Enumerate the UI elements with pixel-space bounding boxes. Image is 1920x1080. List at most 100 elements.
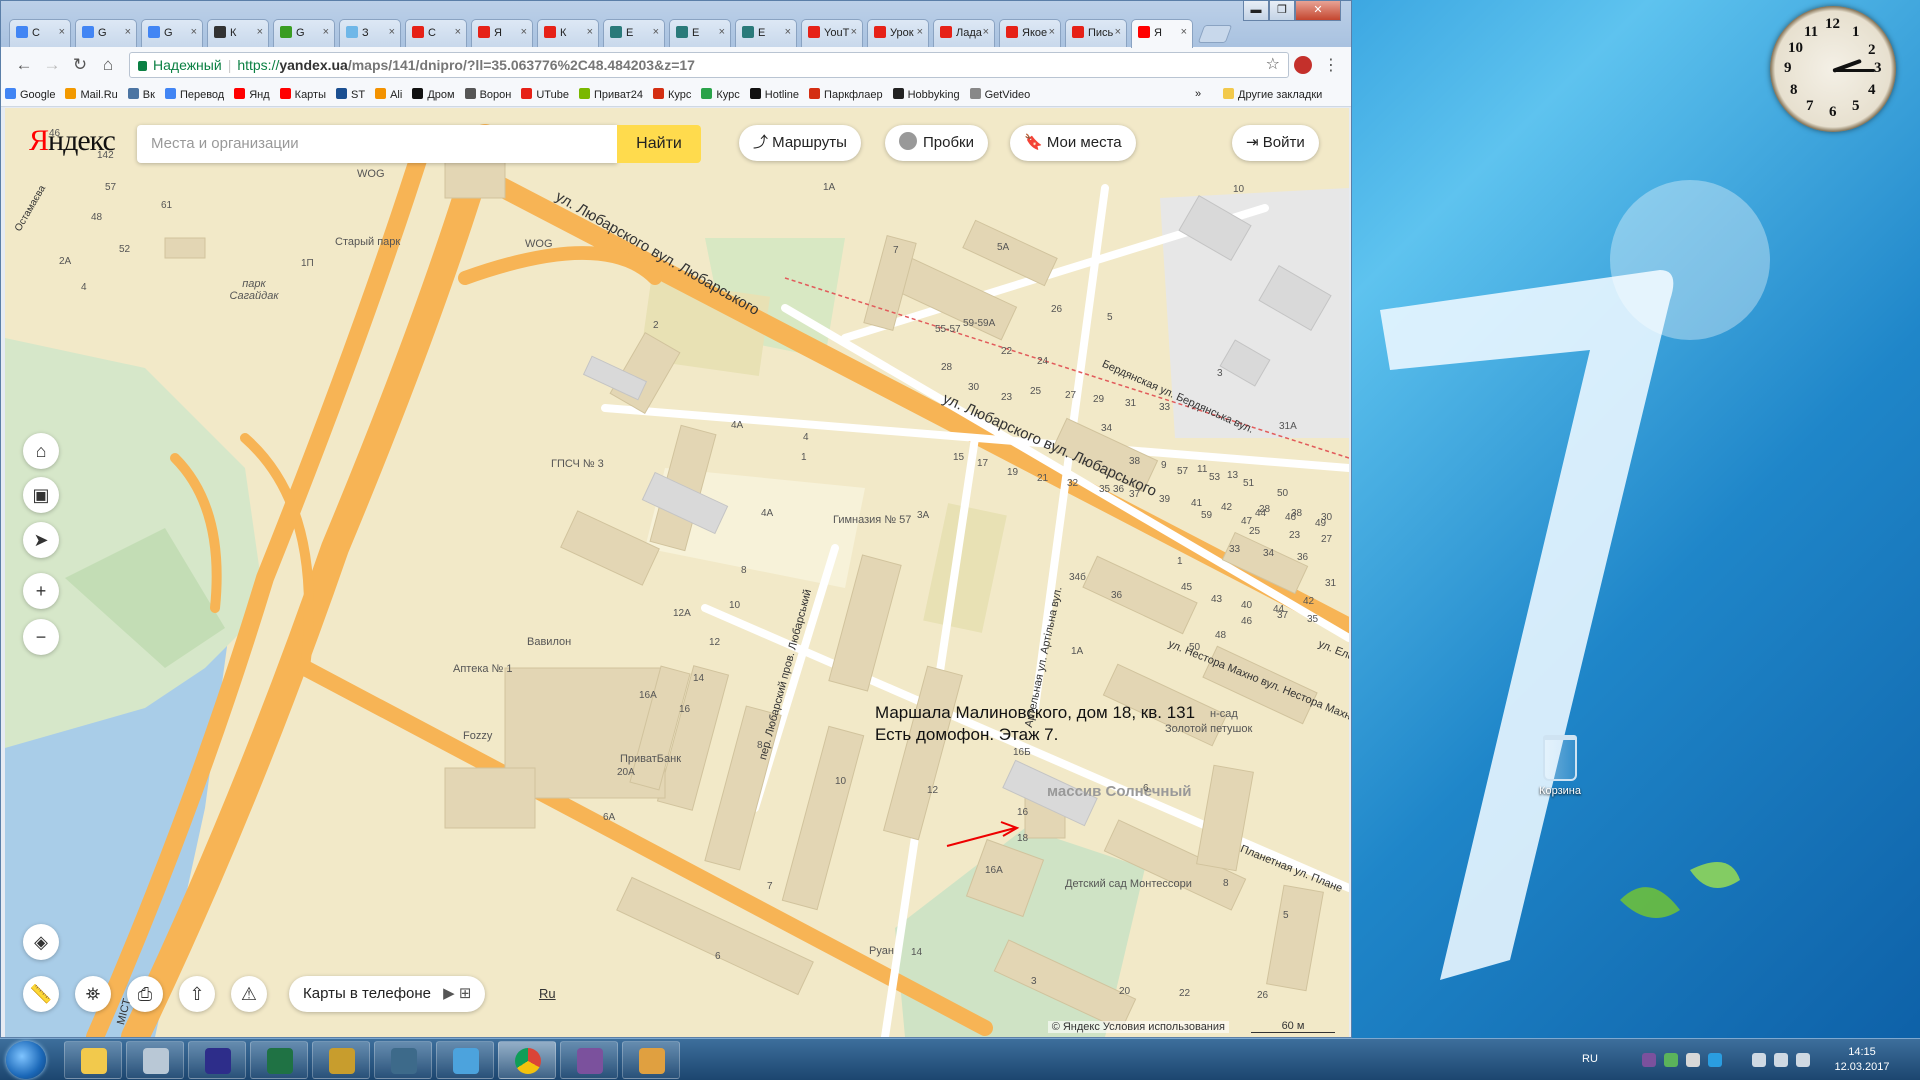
taskbar-app-excel-v[interactable] <box>250 1041 308 1079</box>
tab-close-icon[interactable]: × <box>1181 26 1187 38</box>
maps-in-phone-button[interactable]: Карты в телефоне ▶ ⊞ <box>289 976 486 1012</box>
work-map-button[interactable]: ▣ <box>23 477 59 513</box>
poi-label[interactable]: WOG <box>357 168 385 180</box>
taskbar-app-box[interactable] <box>436 1041 494 1079</box>
minimize-button[interactable]: ▬ <box>1243 1 1269 21</box>
browser-tab[interactable]: Якое × <box>999 19 1061 47</box>
browser-tab[interactable]: К × <box>207 19 269 47</box>
browser-tab[interactable]: G × <box>273 19 335 47</box>
browser-tab[interactable]: З × <box>339 19 401 47</box>
poi-label[interactable]: Руан <box>869 945 894 957</box>
poi-label[interactable]: Вавилон <box>527 636 571 648</box>
taskbar-app-paint[interactable] <box>622 1041 680 1079</box>
poi-label[interactable]: н-сад <box>1210 708 1238 720</box>
browser-tab[interactable]: G × <box>141 19 203 47</box>
traffic-button[interactable]: Пробки <box>885 125 988 161</box>
tab-close-icon[interactable]: × <box>1049 26 1055 38</box>
bookmark-item[interactable]: Курс <box>649 83 697 101</box>
login-button[interactable]: ⇥ Войти <box>1232 125 1319 161</box>
poi-label[interactable]: ПриватБанк <box>620 753 681 765</box>
share-button[interactable]: ⇧ <box>179 976 215 1012</box>
browser-tab[interactable]: Я × <box>1131 19 1193 48</box>
bookmark-item[interactable]: Янд <box>230 83 275 101</box>
tab-close-icon[interactable]: × <box>389 26 395 38</box>
my-places-button[interactable]: 🔖 Мои места <box>1010 125 1136 161</box>
bookmark-item[interactable]: Перевод <box>161 83 230 101</box>
panorama-button[interactable]: ⛯ <box>75 976 111 1012</box>
bookmark-item[interactable]: ST <box>332 83 371 101</box>
map-canvas[interactable] <box>5 108 1349 1037</box>
poi-label[interactable]: ГПСЧ № 3 <box>551 458 604 470</box>
tab-close-icon[interactable]: × <box>191 26 197 38</box>
find-button[interactable]: Найти <box>617 125 701 163</box>
browser-tab[interactable]: G × <box>75 19 137 47</box>
bookmark-item[interactable]: GetVideo <box>966 83 1037 101</box>
tab-close-icon[interactable]: × <box>257 26 263 38</box>
bookmark-item[interactable]: Hobbyking <box>889 83 966 101</box>
home-button[interactable]: ⌂ <box>97 55 119 75</box>
chrome-menu-icon[interactable]: ⋮ <box>1323 55 1339 75</box>
yandex-map[interactable]: Яндекс Места и организации Найти ⤴ Маршр… <box>5 108 1349 1037</box>
bookmark-item[interactable]: Карты <box>276 83 332 101</box>
layers-button[interactable]: ◈ <box>23 924 59 960</box>
bookmark-item[interactable]: UTube <box>517 83 575 101</box>
map-search-input[interactable]: Места и организации <box>137 125 617 163</box>
tab-close-icon[interactable]: × <box>983 26 989 38</box>
language-link[interactable]: Ru <box>539 986 556 1001</box>
network-tray-icon[interactable] <box>1752 1053 1766 1067</box>
browser-tab[interactable]: С × <box>9 19 71 47</box>
start-button[interactable] <box>6 1041 46 1079</box>
bookmark-item[interactable]: Ворон <box>461 83 518 101</box>
recycle-bin-desktop-icon[interactable]: Корзина <box>1530 735 1590 797</box>
bookmark-star-icon[interactable]: ☆ <box>1266 53 1280 77</box>
forward-button[interactable]: → <box>41 55 63 75</box>
geolocation-button[interactable]: ➤ <box>23 522 59 558</box>
taskbar-app-monitor[interactable] <box>374 1041 432 1079</box>
close-button[interactable]: ✕ <box>1295 1 1341 21</box>
maximize-button[interactable]: ❐ <box>1269 1 1295 21</box>
print-button[interactable]: ⎙ <box>127 976 163 1012</box>
update-tray-icon[interactable] <box>1686 1053 1700 1067</box>
taskbar-app-save[interactable] <box>188 1041 246 1079</box>
security-tray-icon[interactable] <box>1664 1053 1678 1067</box>
bookmark-item[interactable]: Google <box>1 83 61 101</box>
tab-close-icon[interactable]: × <box>587 26 593 38</box>
browser-tab[interactable]: Е × <box>735 19 797 47</box>
other-bookmarks-folder[interactable]: Другие закладки <box>1219 83 1328 101</box>
tab-close-icon[interactable]: × <box>455 26 461 38</box>
reload-button[interactable]: ↻ <box>69 55 91 75</box>
tab-close-icon[interactable]: × <box>719 26 725 38</box>
bookmark-item[interactable]: Ali <box>371 83 408 101</box>
volume-tray-icon[interactable] <box>1796 1053 1810 1067</box>
poi-label[interactable]: Fozzy <box>463 730 492 742</box>
back-button[interactable]: ← <box>13 55 35 75</box>
language-indicator[interactable]: RU <box>1582 1053 1598 1065</box>
home-map-button[interactable]: ⌂ <box>23 433 59 469</box>
tab-close-icon[interactable]: × <box>521 26 527 38</box>
bookmark-item[interactable]: Mail.Ru <box>61 83 123 101</box>
tab-close-icon[interactable]: × <box>323 26 329 38</box>
taskbar-app-calculator[interactable] <box>126 1041 184 1079</box>
adblock-extension-icon[interactable] <box>1294 56 1312 74</box>
poi-label[interactable]: парк Сагайдак <box>229 278 279 302</box>
taskbar-app-explorer[interactable] <box>64 1041 122 1079</box>
map-copyright[interactable]: © Яндекс Условия использования <box>1047 1021 1229 1033</box>
report-button[interactable]: ⚠ <box>231 976 267 1012</box>
bookmark-item[interactable]: Вк <box>124 83 161 101</box>
poi-label[interactable]: Гимназия № 57 <box>833 514 911 526</box>
bookmark-item[interactable]: Приват24 <box>575 83 649 101</box>
poi-label[interactable]: Аптека № 1 <box>453 663 513 675</box>
tab-close-icon[interactable]: × <box>785 26 791 38</box>
browser-tab[interactable]: Е × <box>603 19 665 47</box>
bookmark-item[interactable]: Курс <box>697 83 745 101</box>
poi-label[interactable]: Детский сад Монтессори <box>1065 878 1192 890</box>
taskbar-app-chrome[interactable] <box>498 1041 556 1079</box>
tab-close-icon[interactable]: × <box>59 26 65 38</box>
new-tab-button[interactable] <box>1197 25 1233 43</box>
browser-tab[interactable]: Е × <box>669 19 731 47</box>
tab-close-icon[interactable]: × <box>653 26 659 38</box>
tab-close-icon[interactable]: × <box>125 26 131 38</box>
bookmark-item[interactable]: Hotline <box>746 83 805 101</box>
browser-tab[interactable]: К × <box>537 19 599 47</box>
zoom-in-button[interactable]: + <box>23 573 59 609</box>
